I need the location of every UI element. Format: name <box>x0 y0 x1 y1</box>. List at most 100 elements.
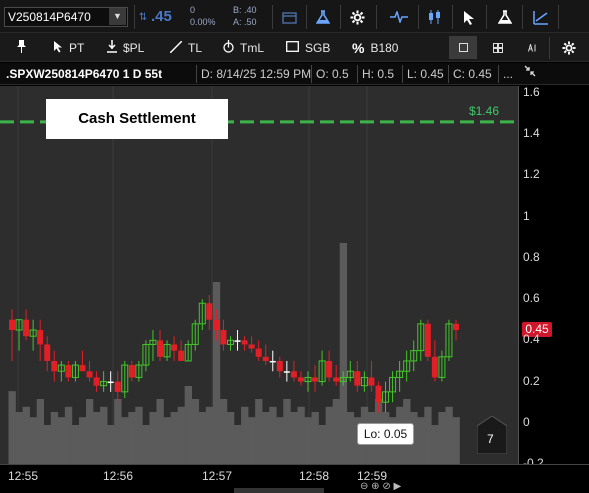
bottom-scrollbar[interactable]: ⊖ ⊕ ⊘ ▶ <box>0 481 589 493</box>
candle-body <box>51 360 58 372</box>
volume-bar <box>177 406 185 464</box>
flask-icon[interactable] <box>490 4 520 30</box>
volume-bar <box>29 417 37 464</box>
y-tick-label: 0.2 <box>523 373 540 388</box>
volume-bar <box>445 406 453 464</box>
divider <box>311 65 312 83</box>
x-tick-label: 12:55 <box>8 469 39 483</box>
volume-bar <box>346 412 355 464</box>
single-layout-button[interactable] <box>449 36 477 59</box>
volume-bar <box>198 412 207 464</box>
y-tick-label: 0.4 <box>523 332 540 347</box>
volume-bar <box>135 406 143 464</box>
b180-tool-button[interactable]: % B180 <box>352 39 398 57</box>
pin-icon <box>17 40 26 56</box>
pl-tool-button[interactable]: $PL <box>107 39 144 57</box>
bid-price: B: .40 <box>233 5 257 15</box>
toolbar-divider <box>486 5 487 29</box>
toolbar-divider <box>558 5 559 29</box>
tl-label: TL <box>188 41 203 55</box>
volume-bar <box>191 399 200 464</box>
volume-bar <box>156 399 164 464</box>
link-icon[interactable]: ⇅ <box>136 4 150 30</box>
zoom-controls-icon[interactable]: ⊖ ⊕ ⊘ ▶ <box>360 481 401 492</box>
price-axis[interactable]: 0.45 1.6 1.4 1.2 1 0.8 0.6 0.4 0.2 0 -0.2 <box>518 85 589 470</box>
chart-canvas <box>0 86 518 464</box>
candles-icon[interactable] <box>420 4 450 30</box>
y-tick-label: 1.4 <box>523 126 540 141</box>
pin-button[interactable] <box>17 39 32 57</box>
arrow-icon <box>53 40 63 56</box>
volume-bar <box>269 406 277 464</box>
candle-body <box>276 360 283 372</box>
volume-bar <box>226 412 235 464</box>
candle-body <box>157 340 163 357</box>
divider <box>357 65 358 83</box>
last-price: .45 <box>151 8 172 25</box>
y-tick-label: 1.2 <box>523 167 540 182</box>
candle-body <box>333 377 340 382</box>
low-marker-bubble: Lo: 0.05 <box>357 423 414 445</box>
candle-body <box>234 340 241 342</box>
line-icon <box>169 39 183 56</box>
flask-icon[interactable] <box>308 4 338 30</box>
trendline-tool-button[interactable]: TL <box>169 39 203 57</box>
more-button[interactable]: ... <box>503 67 513 81</box>
volume-bar <box>332 399 341 464</box>
spl-label: $PL <box>123 41 145 55</box>
volume-bar <box>121 417 129 464</box>
volume-bar <box>128 412 136 464</box>
candle-body <box>114 381 121 392</box>
volume-bar <box>15 412 23 464</box>
open-value: O: 0.5 <box>316 67 349 81</box>
ask-price: A: .50 <box>233 17 257 27</box>
candle-body <box>297 377 304 382</box>
sgb-label: SGB <box>305 41 331 55</box>
percent-change: 0.00% <box>190 17 216 27</box>
y-tick-label: 0.6 <box>523 291 540 306</box>
candle-body <box>241 340 248 345</box>
price-tool-button[interactable]: PT <box>53 39 84 57</box>
candle-body <box>368 377 375 386</box>
count-tag[interactable]: 7 <box>476 415 508 455</box>
volume-bar <box>297 406 305 464</box>
low-value: L: 0.45 <box>407 67 444 81</box>
volume-bar <box>184 386 193 464</box>
volume-bar <box>248 417 256 464</box>
volume-bar <box>86 399 94 464</box>
x-tick-label: 12:58 <box>299 469 330 483</box>
divider <box>498 65 499 83</box>
cursor-icon[interactable] <box>454 4 484 30</box>
candle-body <box>453 323 459 331</box>
calendar-icon[interactable] <box>274 4 304 30</box>
grid-layout-button[interactable] <box>484 36 512 59</box>
volume-bar <box>255 399 263 464</box>
candle-body <box>262 356 269 361</box>
candle-body <box>375 385 382 403</box>
volume-bar <box>431 425 439 464</box>
pulse-icon[interactable] <box>384 4 414 30</box>
settings-button[interactable] <box>555 36 583 59</box>
date-value: D: 8/14/25 12:59 PM <box>201 67 312 81</box>
ai-button[interactable] <box>519 36 547 59</box>
volume-bar <box>262 412 270 464</box>
volume-bar <box>50 412 59 464</box>
symbol-dropdown-button[interactable]: ▼ <box>109 8 126 25</box>
y-tick-label: 1.6 <box>523 85 540 99</box>
drawing-ruler-icon[interactable] <box>526 4 556 30</box>
volume-bar <box>163 417 171 464</box>
timeline-tool-button[interactable]: TmL <box>223 39 264 57</box>
candle-body <box>107 381 114 384</box>
net-change: 0 <box>190 5 196 15</box>
collapse-icon[interactable] <box>524 65 536 80</box>
sgb-tool-button[interactable]: SGB <box>286 39 330 57</box>
volume-bar <box>36 399 45 464</box>
scroll-thumb[interactable] <box>234 488 324 493</box>
volume-bar <box>114 399 122 464</box>
gear-icon[interactable] <box>342 4 372 30</box>
volume-bar <box>318 425 326 464</box>
candle-body <box>213 319 220 331</box>
price-chart[interactable]: Cash Settlement $1.46 Lo: 0.05 7 <box>0 86 518 464</box>
y-tick-label: 1 <box>523 208 530 223</box>
settlement-price-label: $1.46 <box>469 104 500 118</box>
